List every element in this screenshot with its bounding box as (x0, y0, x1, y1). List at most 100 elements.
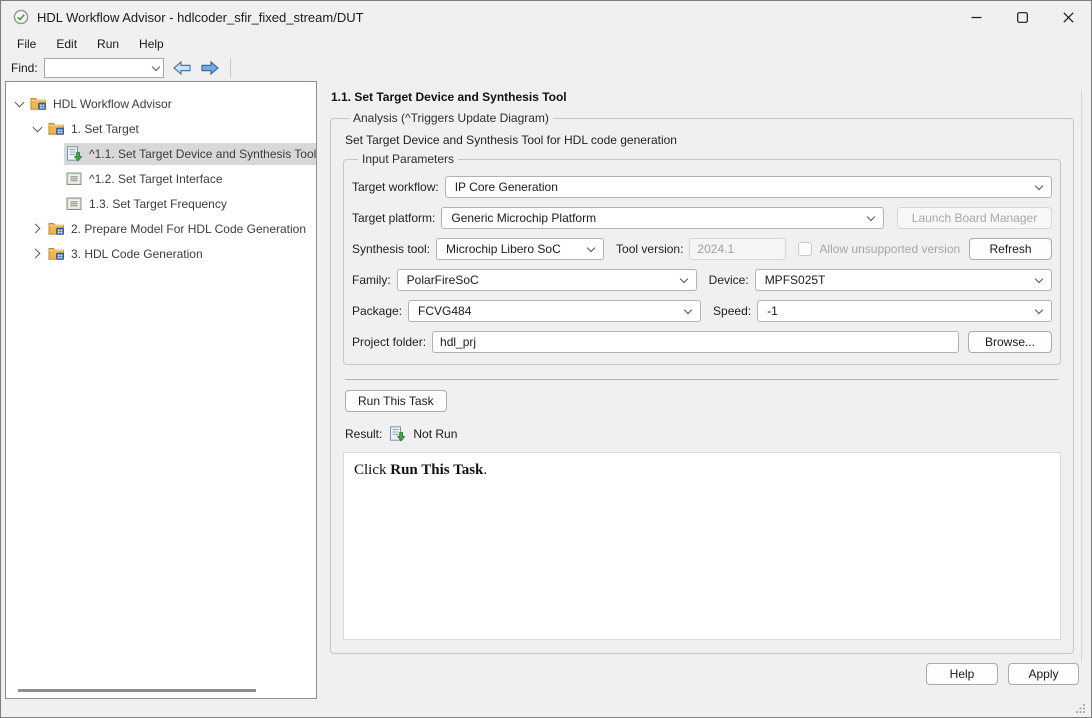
result-message-prefix: Click (354, 462, 390, 478)
tree-item-label: 2. Prepare Model For HDL Code Generation (71, 222, 306, 236)
project-folder-row: Project folder: hdl_prj Browse... (352, 331, 1052, 353)
tool-version-label: Tool version: (616, 242, 683, 256)
tree-item-1-2-set-target-interface[interactable]: ^1.2. Set Target Interface (6, 166, 316, 191)
family-label: Family: (352, 273, 391, 287)
tree-item-content[interactable]: ^1.1. Set Target Device and Synthesis To… (64, 143, 316, 165)
close-icon (1063, 12, 1074, 23)
chevron-right-icon (31, 249, 41, 259)
result-message-suffix: . (483, 462, 487, 478)
family-dropdown[interactable]: PolarFireSoC (397, 269, 697, 291)
target-platform-dropdown[interactable]: Generic Microchip Platform (441, 207, 884, 229)
task-list-icon (66, 196, 83, 212)
maximize-icon (1017, 12, 1028, 23)
minimize-button[interactable] (953, 1, 999, 33)
tree-expander-right-icon[interactable] (28, 250, 46, 257)
target-workflow-dropdown[interactable]: IP Core Generation (445, 176, 1052, 198)
titlebar: HDL Workflow Advisor - hdlcoder_sfir_fix… (1, 1, 1091, 33)
tree-item-content[interactable]: HDL Workflow Advisor (28, 93, 316, 115)
tree-item-content[interactable]: 2. Prepare Model For HDL Code Generation (46, 218, 316, 240)
tree-item-label: HDL Workflow Advisor (53, 97, 172, 111)
tool-version-field: 2024.1 (689, 238, 786, 260)
tree-item-content[interactable]: 1. Set Target (46, 118, 316, 140)
menu-item-edit[interactable]: Edit (46, 34, 87, 54)
allow-unsupported-label: Allow unsupported version (819, 242, 960, 256)
chevron-down-icon (1035, 305, 1043, 313)
result-label: Result: (345, 427, 382, 441)
family-device-row: Family: PolarFireSoC Device: MPFS025T (352, 269, 1052, 291)
synthesis-tool-dropdown[interactable]: Microchip Libero SoC (436, 238, 604, 260)
tree-item-content[interactable]: 1.3. Set Target Frequency (64, 193, 316, 215)
package-dropdown[interactable]: FCVG484 (408, 300, 701, 322)
target-platform-row: Target platform: Generic Microchip Platf… (352, 207, 1052, 229)
task-list-icon (66, 197, 83, 211)
tree-item-1-3-set-target-frequency[interactable]: 1.3. Set Target Frequency (6, 191, 316, 216)
menu-item-run[interactable]: Run (87, 34, 129, 54)
input-parameters-groupbox: Input Parameters Target workflow: IP Cor… (343, 152, 1061, 365)
chevron-down-icon (14, 97, 24, 107)
project-folder-value: hdl_prj (440, 335, 476, 349)
synthesis-tool-label: Synthesis tool: (352, 242, 430, 256)
result-message-bold: Run This Task (390, 462, 483, 478)
tree-item-3-hdl-code-generation[interactable]: 3. HDL Code Generation (6, 241, 316, 266)
find-next-button[interactable] (200, 60, 220, 76)
workflow-folder-icon (48, 246, 65, 262)
toolbar-separator (230, 59, 231, 77)
refresh-button[interactable]: Refresh (969, 238, 1052, 260)
input-parameters-legend: Input Parameters (358, 152, 458, 166)
tree-item-label: 3. HDL Code Generation (71, 247, 203, 261)
tree-expander-right-icon[interactable] (28, 225, 46, 232)
section-divider (345, 379, 1059, 380)
target-workflow-value: IP Core Generation (455, 180, 558, 194)
find-text-field[interactable] (49, 61, 153, 75)
chevron-down-icon (1035, 274, 1043, 282)
target-workflow-row: Target workflow: IP Core Generation (352, 176, 1052, 198)
device-dropdown[interactable]: MPFS025T (755, 269, 1052, 291)
menu-item-file[interactable]: File (7, 34, 46, 54)
chevron-down-icon (32, 122, 42, 132)
project-folder-input[interactable]: hdl_prj (432, 331, 959, 353)
chevron-down-icon[interactable] (151, 62, 159, 70)
speed-dropdown[interactable]: -1 (757, 300, 1052, 322)
chevron-down-icon (587, 243, 595, 251)
arrow-left-icon (172, 60, 192, 76)
project-folder-label: Project folder: (352, 335, 426, 349)
tree-item-content[interactable]: ^1.2. Set Target Interface (64, 168, 316, 190)
tree-item-2-prepare-model-for-hdl-code-generation[interactable]: 2. Prepare Model For HDL Code Generation (6, 216, 316, 241)
vertical-scrollbar-track[interactable] (1081, 91, 1082, 661)
close-button[interactable] (1045, 1, 1091, 33)
find-input[interactable] (44, 58, 164, 78)
device-value: MPFS025T (765, 273, 826, 287)
task-list-icon (66, 172, 83, 186)
chevron-down-icon (684, 305, 692, 313)
chevron-down-icon (867, 212, 875, 220)
workflow-folder-icon (48, 121, 65, 137)
tree-item-content[interactable]: 3. HDL Code Generation (46, 243, 316, 265)
apply-button[interactable]: Apply (1008, 663, 1079, 685)
package-label: Package: (352, 304, 402, 318)
arrow-right-icon (200, 60, 220, 76)
chevron-down-icon (679, 274, 687, 282)
workflow-folder-icon (48, 121, 65, 136)
allow-unsupported-checkbox (798, 242, 812, 256)
horizontal-scrollbar[interactable] (18, 689, 256, 692)
task-run-icon (66, 146, 83, 162)
browse-button[interactable]: Browse... (968, 331, 1052, 353)
tree-item-hdl-workflow-advisor[interactable]: HDL Workflow Advisor (6, 91, 316, 116)
tree-expander-down-icon[interactable] (10, 102, 28, 106)
target-platform-label: Target platform: (352, 211, 435, 225)
workflow-tree: HDL Workflow Advisor 1. Set Target ^1.1.… (6, 82, 316, 266)
menu-item-help[interactable]: Help (129, 34, 174, 54)
tree-item-1-set-target[interactable]: 1. Set Target (6, 116, 316, 141)
find-previous-button[interactable] (172, 60, 192, 76)
resize-grip[interactable] (1076, 703, 1086, 713)
run-this-task-button[interactable]: Run This Task (345, 390, 447, 412)
workflow-folder-icon (48, 246, 65, 261)
help-button[interactable]: Help (926, 663, 998, 685)
task-list-icon (66, 171, 83, 187)
chevron-down-icon (1035, 181, 1043, 189)
speed-label: Speed: (713, 304, 751, 318)
target-workflow-label: Target workflow: (352, 180, 439, 194)
maximize-button[interactable] (999, 1, 1045, 33)
tree-item-1-1-set-target-device-and-synthesis-tool[interactable]: ^1.1. Set Target Device and Synthesis To… (6, 141, 316, 166)
tree-expander-down-icon[interactable] (28, 127, 46, 131)
